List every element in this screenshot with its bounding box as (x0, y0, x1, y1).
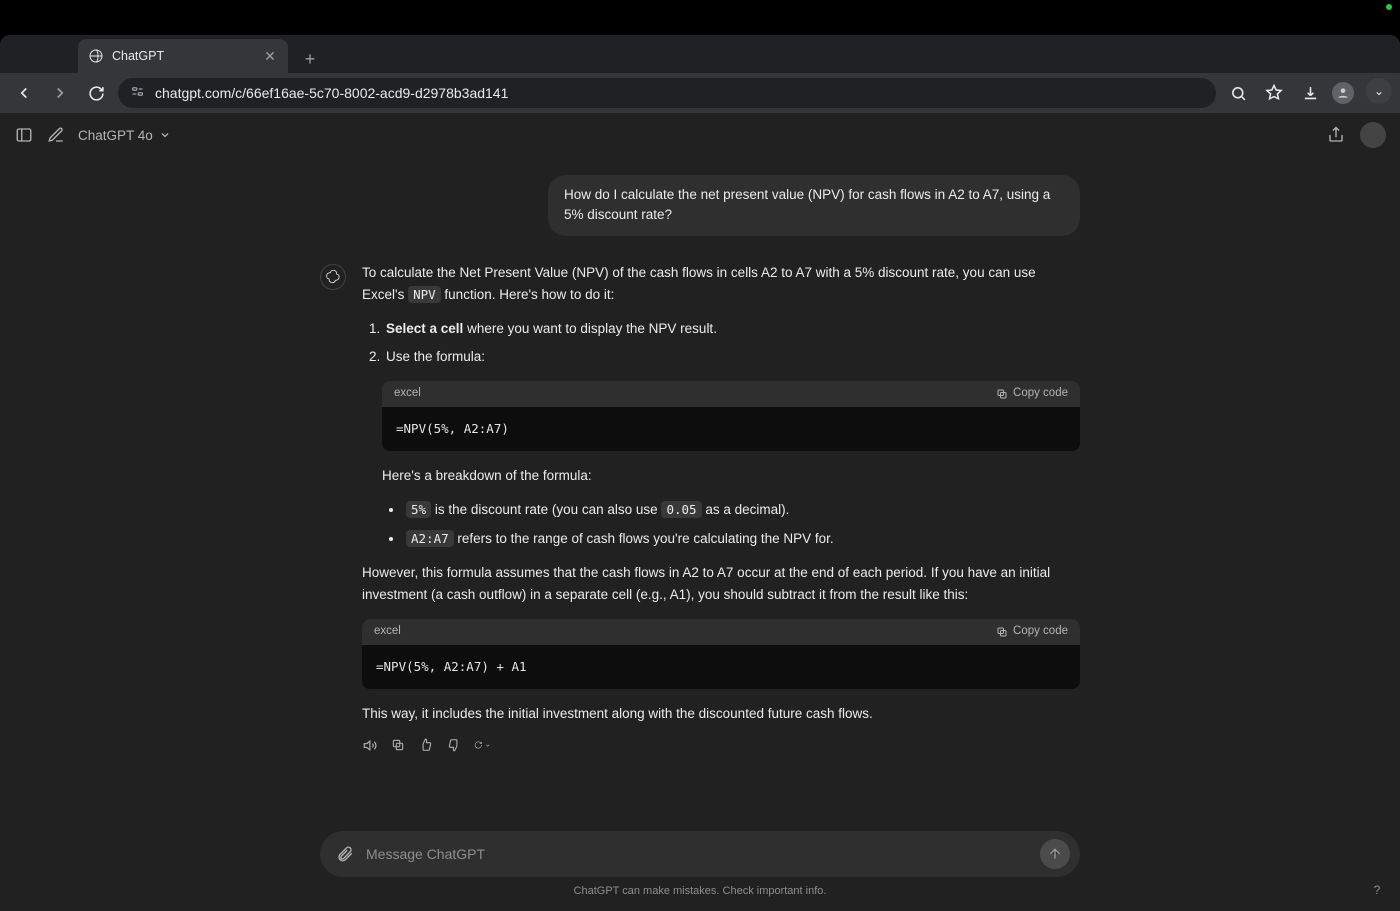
address-bar[interactable]: chatgpt.com/c/66ef16ae-5c70-8002-acd9-d2… (118, 78, 1216, 108)
model-selector[interactable]: ChatGPT 4o (78, 128, 171, 143)
reload-button[interactable] (82, 79, 110, 107)
search-icon[interactable] (1224, 79, 1252, 107)
browser-window: ChatGPT ✕ + ⌄ chatgpt.com/c/66ef16ae-5c7… (0, 35, 1400, 911)
tab-strip: ChatGPT ✕ + (0, 35, 1400, 73)
user-avatar[interactable] (1360, 122, 1386, 148)
disclaimer-text: ChatGPT can make mistakes. Check importa… (574, 885, 827, 897)
breakdown-list: 5% is the discount rate (you can also us… (382, 499, 1080, 550)
user-message-bubble[interactable]: How do I calculate the net present value… (548, 175, 1080, 236)
code-lang: excel (394, 384, 996, 403)
maximize-dot[interactable] (1386, 4, 1392, 10)
code-lang: excel (374, 622, 996, 641)
macos-traffic-lights (1386, 4, 1392, 10)
chat-scroll-area[interactable]: How do I calculate the net present value… (0, 157, 1400, 831)
send-button[interactable] (1040, 839, 1070, 869)
new-tab-button[interactable]: + (296, 45, 324, 73)
code-content[interactable]: =NPV(5%, A2:A7) (382, 407, 1080, 452)
bookmark-icon[interactable] (1260, 79, 1288, 107)
user-message-row: How do I calculate the net present value… (320, 175, 1080, 236)
browser-tab[interactable]: ChatGPT ✕ (78, 39, 288, 73)
chatgpt-favicon-icon (88, 48, 104, 64)
tab-title: ChatGPT (112, 49, 254, 63)
back-button[interactable] (10, 79, 38, 107)
regenerate-icon[interactable] (474, 737, 490, 753)
list-item: Select a cell where you want to display … (384, 318, 1080, 340)
share-icon[interactable] (1326, 125, 1346, 145)
steps-list: Select a cell where you want to display … (362, 318, 1080, 369)
attach-icon[interactable] (336, 845, 354, 863)
message-composer[interactable] (320, 831, 1080, 877)
however-para: However, this formula assumes that the c… (362, 562, 1080, 607)
help-button[interactable]: ? (1368, 883, 1386, 901)
inline-code: NPV (408, 286, 441, 303)
code-block: excel Copy code =NPV(5%, A2:A7) + A1 (362, 619, 1080, 690)
copy-icon[interactable] (390, 737, 406, 753)
assistant-message-body: To calculate the Net Present Value (NPV)… (362, 262, 1080, 754)
thumbs-up-icon[interactable] (418, 737, 434, 753)
assistant-intro: To calculate the Net Present Value (NPV)… (362, 262, 1080, 307)
composer-area: ChatGPT can make mistakes. Check importa… (0, 831, 1400, 911)
assistant-message-row: To calculate the Net Present Value (NPV)… (320, 262, 1080, 754)
forward-button[interactable] (46, 79, 74, 107)
list-item: 5% is the discount rate (you can also us… (404, 499, 1080, 521)
message-input[interactable] (366, 846, 1028, 862)
closing-para: This way, it includes the initial invest… (362, 703, 1080, 725)
copy-code-button[interactable]: Copy code (996, 384, 1068, 403)
model-name: ChatGPT 4o (78, 128, 153, 143)
downloads-icon[interactable] (1296, 79, 1324, 107)
list-item: Use the formula: (384, 346, 1080, 368)
copy-code-button[interactable]: Copy code (996, 622, 1068, 641)
site-settings-icon[interactable] (130, 84, 145, 102)
chevron-down-icon (159, 129, 171, 141)
tab-dropdown-button[interactable]: ⌄ (1366, 78, 1392, 104)
read-aloud-icon[interactable] (362, 737, 378, 753)
message-actions (362, 737, 1080, 753)
list-item: A2:A7 refers to the range of cash flows … (404, 528, 1080, 550)
app-header: ChatGPT 4o (0, 113, 1400, 157)
sidebar-toggle-icon[interactable] (14, 125, 34, 145)
new-chat-icon[interactable] (46, 125, 66, 145)
code-content[interactable]: =NPV(5%, A2:A7) + A1 (362, 645, 1080, 690)
page-content: ChatGPT 4o How do I calculate the net pr… (0, 113, 1400, 911)
thumbs-down-icon[interactable] (446, 737, 462, 753)
url-text: chatgpt.com/c/66ef16ae-5c70-8002-acd9-d2… (155, 85, 1204, 101)
assistant-avatar-icon (320, 264, 346, 290)
breakdown-intro: Here's a breakdown of the formula: (382, 465, 1080, 487)
tab-close-icon[interactable]: ✕ (262, 48, 278, 65)
profile-avatar[interactable] (1332, 82, 1354, 104)
browser-toolbar: chatgpt.com/c/66ef16ae-5c70-8002-acd9-d2… (0, 73, 1400, 113)
code-block: excel Copy code =NPV(5%, A2:A7) (382, 381, 1080, 452)
